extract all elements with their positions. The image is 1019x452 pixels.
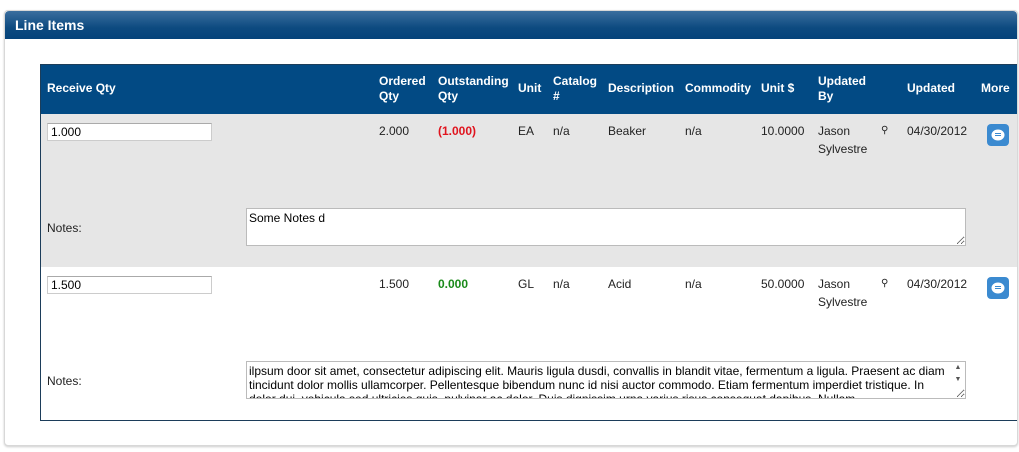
ordered-qty: 1.500 [379,277,410,291]
unit: GL [518,277,535,291]
col-outstanding-qty: Outstanding Qty [438,74,509,104]
table-header: Receive Qty Ordered Qty Outstanding Qty Un… [41,65,1017,114]
col-ordered-qty: Ordered Qty [379,74,426,104]
col-label: Catalog [553,74,598,88]
comment-icon [991,282,1005,293]
updated-by-last: Sylvestre [818,295,868,309]
col-label: Qty [438,89,459,103]
description: Acid [608,277,632,291]
col-catalog: Catalog # [553,74,597,104]
catalog: n/a [553,277,570,291]
notes-scrollbar[interactable]: ▲ ▼ [951,362,965,398]
unit-price: 10.0000 [761,124,805,138]
col-label: Updated [818,74,866,88]
description: Beaker [608,124,647,138]
col-label: Qty [379,89,400,103]
line-items-table: Receive Qty Ordered Qty Outstanding Qty Un… [40,64,1017,421]
user-icon[interactable]: ⚲ [881,278,888,289]
table-row: 1.500 0.000 GL n/a Acid n/a 50.0000 Jaso… [41,267,1017,420]
commodity: n/a [685,277,702,291]
col-updated: Updated [907,81,955,95]
commodity: n/a [685,124,702,138]
updated-by-last: Sylvestre [818,142,868,156]
updated-by-first: Jason [818,277,851,291]
updated-by: Jason Sylvestre [818,275,867,311]
outstanding-qty: (1.000) [438,124,477,138]
updated-by-first: Jason [818,124,851,138]
table-row: 2.000 (1.000) EA n/a Beaker n/a 10.0000 … [41,114,1017,267]
col-updated-by: Updated By [818,74,866,104]
user-icon[interactable]: ⚲ [881,125,888,136]
receive-qty-input[interactable] [47,123,212,141]
col-label: # [553,89,560,103]
col-unit-price: Unit $ [761,81,795,95]
comment-icon [991,129,1005,140]
notes-textarea[interactable]: Some Notes d [246,208,966,246]
scroll-down-icon[interactable]: ▼ [951,374,965,386]
panel-title: Line Items [5,11,1017,39]
col-description: Description [608,81,675,95]
ordered-qty: 2.000 [379,124,410,138]
more-button[interactable] [987,277,1009,299]
col-unit: Unit [518,81,542,95]
receive-qty-input[interactable] [47,276,212,294]
notes-label: Notes: [47,221,82,235]
notes-textarea[interactable]: ilpsum door sit amet, consectetur adipis… [246,361,966,399]
notes-label: Notes: [47,374,82,388]
col-label: Outstanding [438,74,509,88]
more-button[interactable] [987,124,1009,146]
unit-price: 50.0000 [761,277,805,291]
col-more: More [981,81,1010,95]
col-commodity: Commodity [685,81,751,95]
col-label: Ordered [379,74,426,88]
updated-date: 04/30/2012 [907,124,968,138]
outstanding-qty: 0.000 [438,277,469,291]
updated-by: Jason Sylvestre [818,122,867,158]
updated-date: 04/30/2012 [907,277,968,291]
catalog: n/a [553,124,570,138]
line-items-panel: Line Items Receive Qty Ordered Qty Outsta… [4,10,1018,446]
scroll-up-icon[interactable]: ▲ [951,362,965,374]
col-receive-qty: Receive Qty [47,81,116,95]
unit: EA [518,124,535,138]
col-label: By [818,89,834,103]
